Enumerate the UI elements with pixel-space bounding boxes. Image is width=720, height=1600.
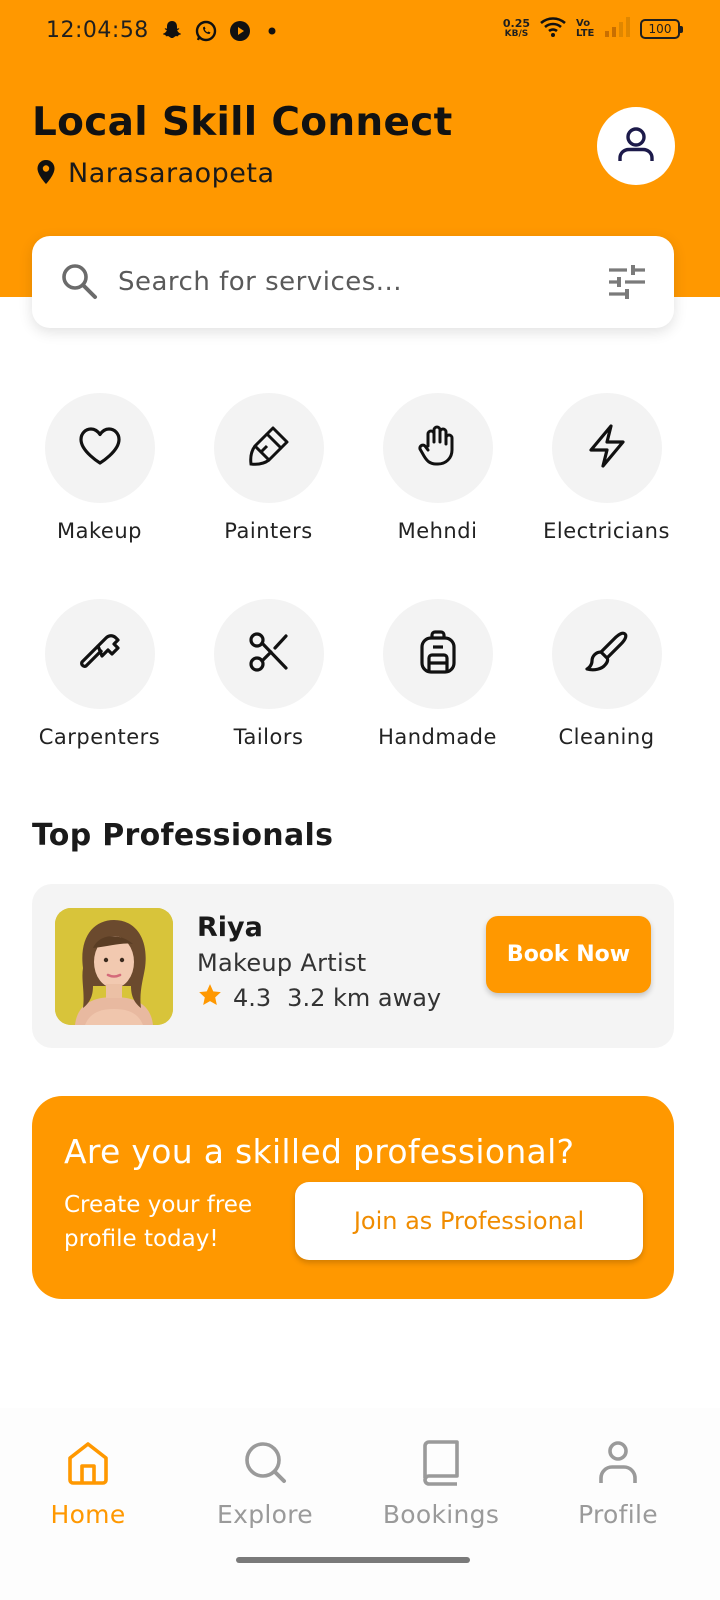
signal-icon: [604, 17, 630, 41]
professional-name: Riya: [197, 912, 263, 943]
nav-home[interactable]: Home: [8, 1440, 168, 1529]
category-circle: [551, 393, 662, 503]
category-label: Makeup: [57, 519, 142, 543]
brush-icon: [584, 630, 629, 678]
profile-avatar-button[interactable]: [597, 107, 675, 185]
categories-grid: Makeup Painters Mehndi Electricians Carp…: [15, 393, 705, 749]
lightning-icon: [587, 424, 627, 472]
location-text: Narasaraopeta: [68, 158, 275, 189]
backpack-icon: [418, 630, 458, 678]
category-circle: [44, 393, 155, 503]
scissors-icon: [247, 630, 291, 678]
category-makeup[interactable]: Makeup: [15, 393, 184, 543]
professional-rating: 4.3: [233, 984, 272, 1012]
join-as-professional-button[interactable]: Join as Professional: [295, 1182, 643, 1260]
professional-distance: 3.2 km away: [287, 984, 442, 1012]
status-right: 0.25 KB/S Vo LTE 100: [503, 16, 683, 42]
category-label: Cleaning: [558, 725, 655, 749]
category-circle: [213, 599, 324, 709]
home-indicator[interactable]: [236, 1557, 470, 1563]
status-time: 12:04:58: [46, 18, 149, 43]
book-icon: [421, 1440, 461, 1490]
category-cleaning[interactable]: Cleaning: [522, 599, 691, 749]
nav-label: Profile: [578, 1500, 658, 1529]
more-notifications-dot-icon: [262, 19, 282, 43]
search-bar[interactable]: [32, 236, 674, 328]
category-tailors[interactable]: Tailors: [184, 599, 353, 749]
search-input[interactable]: [118, 258, 578, 306]
person-icon: [598, 1440, 638, 1490]
category-carpenters[interactable]: Carpenters: [15, 599, 184, 749]
star-icon: [197, 982, 223, 1014]
category-label: Carpenters: [38, 725, 161, 749]
category-circle: [551, 599, 662, 709]
heart-icon: [78, 426, 122, 470]
home-icon: [66, 1440, 110, 1490]
status-bar: 12:04:58 0.25 KB/S Vo LTE 100: [0, 0, 720, 64]
nav-bookings[interactable]: Bookings: [361, 1440, 521, 1529]
location[interactable]: Narasaraopeta: [36, 158, 275, 189]
nav-label: Home: [50, 1500, 126, 1529]
category-electricians[interactable]: Electricians: [522, 393, 691, 543]
category-handmade[interactable]: Handmade: [353, 599, 522, 749]
paintbrush-icon: [247, 424, 291, 472]
promo-subtitle: Create your free profile today!: [64, 1192, 253, 1252]
category-circle: [213, 393, 324, 503]
category-circle: [44, 599, 155, 709]
notification-icons: [160, 19, 282, 43]
battery-icon: 100: [640, 19, 683, 39]
hammer-icon: [78, 630, 122, 678]
net-speed: 0.25 KB/S: [503, 18, 530, 40]
category-circle: [382, 599, 493, 709]
whatsapp-icon: [194, 19, 218, 43]
category-mehndi[interactable]: Mehndi: [353, 393, 522, 543]
promo-title: Are you a skilled professional?: [64, 1132, 575, 1171]
promo-banner: Are you a skilled professional? Create y…: [32, 1096, 674, 1299]
search-icon: [243, 1440, 287, 1490]
app-title: Local Skill Connect: [32, 100, 453, 145]
wifi-icon: [540, 16, 566, 42]
book-now-button[interactable]: Book Now: [486, 916, 651, 993]
professional-meta: 4.3 3.2 km away: [197, 982, 441, 1014]
professional-card[interactable]: Riya Makeup Artist 4.3 3.2 km away Book …: [32, 884, 674, 1048]
hand-icon: [416, 424, 460, 472]
filter-sliders-icon[interactable]: [608, 264, 646, 304]
category-painters[interactable]: Painters: [184, 393, 353, 543]
volte-indicator: Vo LTE: [576, 18, 595, 39]
location-pin-icon: [36, 159, 56, 189]
nav-label: Explore: [217, 1500, 313, 1529]
youtube-play-icon: [228, 19, 252, 43]
category-label: Painters: [224, 519, 313, 543]
bottom-nav: Home Explore Bookings Profile: [0, 1408, 720, 1600]
person-icon: [616, 124, 656, 168]
section-title-top-professionals: Top Professionals: [32, 818, 334, 853]
search-icon: [60, 262, 98, 304]
snapchat-icon: [160, 19, 184, 43]
net-speed-unit: KB/S: [504, 29, 529, 39]
category-label: Electricians: [543, 519, 670, 543]
professional-role: Makeup Artist: [197, 949, 367, 977]
nav-profile[interactable]: Profile: [538, 1440, 698, 1529]
net-speed-value: 0.25: [502, 17, 530, 30]
category-label: Handmade: [378, 725, 497, 749]
battery-level: 100: [648, 22, 672, 36]
nav-explore[interactable]: Explore: [185, 1440, 345, 1529]
category-label: Mehndi: [397, 519, 478, 543]
category-label: Tailors: [233, 725, 304, 749]
professional-photo: [55, 908, 173, 1025]
nav-label: Bookings: [382, 1500, 500, 1529]
category-circle: [382, 393, 493, 503]
